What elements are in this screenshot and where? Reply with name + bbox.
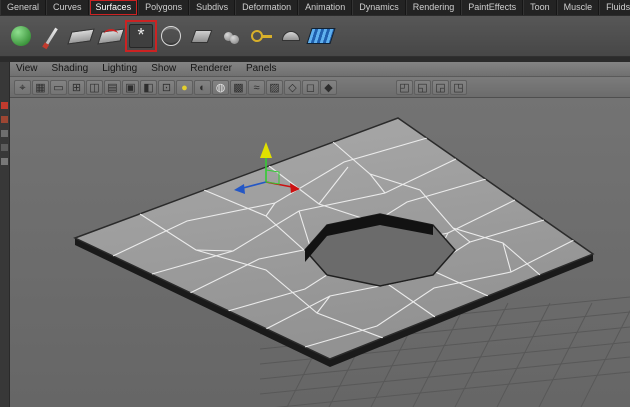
key-icon[interactable]: [248, 23, 274, 49]
plane-glyph: [67, 28, 95, 44]
panel-toolbar: ⌖ ▦ ▭ ⊞ ◫ ▤ ▣ ◧ ⊡ ● ◐ ◍ ▩ ≈ ▨ ◇ ◻ ◆ ◰ ◱: [10, 77, 630, 98]
select-tool-icon[interactable]: [1, 102, 8, 109]
pencil-curve-icon[interactable]: [38, 23, 64, 49]
shelf-tab-deformation[interactable]: Deformation: [235, 0, 299, 15]
shelf: *: [0, 15, 630, 57]
menu-renderer[interactable]: Renderer: [184, 63, 240, 75]
pencil-glyph: [41, 27, 58, 49]
shelf-tab-general[interactable]: General: [0, 0, 47, 15]
shelf-tab-dynamics[interactable]: Dynamics: [352, 0, 406, 15]
safe-title-icon[interactable]: ◧: [140, 79, 157, 95]
select-camera-icon[interactable]: ⌖: [14, 79, 31, 95]
shelf-tab-toon[interactable]: Toon: [523, 0, 557, 15]
shelf-tab-fluids[interactable]: Fluids: [599, 0, 630, 15]
menu-lighting[interactable]: Lighting: [96, 63, 145, 75]
shelf-tab-polygons[interactable]: Polygons: [138, 0, 190, 15]
menu-view[interactable]: View: [10, 63, 46, 75]
field-chart-icon[interactable]: ▤: [104, 79, 121, 95]
key-bar-glyph: [261, 34, 272, 38]
motion-blur-icon[interactable]: ≈: [248, 79, 265, 95]
safe-action-icon[interactable]: ▣: [122, 79, 139, 95]
perspective-panel: View Shading Lighting Show Renderer Pane…: [10, 62, 630, 407]
lasso-tool-icon[interactable]: [1, 116, 8, 123]
rotate-tool-icon[interactable]: [1, 158, 8, 165]
shelf-tab-bar: General Curves Surfaces Polygons Subdivs…: [0, 0, 630, 15]
create-polygon-icon[interactable]: *: [125, 20, 157, 52]
sphere-glyph: [11, 26, 31, 46]
lighting-icon[interactable]: ●: [176, 79, 193, 95]
cube-icon[interactable]: [188, 23, 214, 49]
wireframe-on-shaded-icon[interactable]: ◇: [284, 79, 301, 95]
pencil-tip: [41, 41, 49, 49]
ball-glyph: [229, 34, 239, 44]
shelf-tab-surfaces[interactable]: Surfaces: [88, 0, 139, 15]
plane-curve-icon[interactable]: [97, 23, 125, 49]
shelf-tab-animation[interactable]: Animation: [298, 0, 353, 15]
paint-select-tool-icon[interactable]: [1, 130, 8, 137]
toolbox-strip: [0, 62, 10, 407]
shelf-tab-rendering[interactable]: Rendering: [405, 0, 462, 15]
resolution-gate-icon[interactable]: ⊞: [68, 79, 85, 95]
star-glyph: *: [129, 24, 153, 48]
viewport[interactable]: [10, 98, 630, 407]
menu-show[interactable]: Show: [145, 63, 184, 75]
gate-mask-icon[interactable]: ◫: [86, 79, 103, 95]
main-area: View Shading Lighting Show Renderer Pane…: [0, 57, 630, 407]
layout-quad-icon[interactable]: ◳: [450, 79, 467, 95]
default-material-icon[interactable]: ◰: [396, 79, 413, 95]
loft-icon[interactable]: [306, 23, 336, 49]
menu-panels[interactable]: Panels: [240, 63, 285, 75]
cube-glyph: [190, 29, 212, 43]
mesh-hole: [304, 213, 456, 287]
move-tool-icon[interactable]: [1, 144, 8, 151]
menu-shading[interactable]: Shading: [46, 63, 97, 75]
shelf-tab-subdivs[interactable]: Subdivs: [189, 0, 236, 15]
plane-icon[interactable]: [67, 23, 95, 49]
textured-view-icon[interactable]: ◱: [414, 79, 431, 95]
layout-single-icon[interactable]: ◲: [432, 79, 449, 95]
xray-icon[interactable]: ▨: [266, 79, 283, 95]
maya-window: General Curves Surfaces Polygons Subdivs…: [0, 0, 630, 407]
wire-sphere-icon[interactable]: [158, 23, 184, 49]
textures-icon[interactable]: ◍: [212, 79, 229, 95]
isolate-select-icon[interactable]: ◻: [302, 79, 319, 95]
viewport-canvas[interactable]: [10, 98, 630, 407]
panel-menubar: View Shading Lighting Show Renderer Pane…: [10, 62, 630, 77]
shelf-tab-curves[interactable]: Curves: [46, 0, 89, 15]
shelf-tab-painteffects[interactable]: PaintEffects: [461, 0, 524, 15]
camera-settings-icon[interactable]: ◆: [320, 79, 337, 95]
grid-icon[interactable]: ▦: [32, 79, 49, 95]
nurbs-sphere-icon[interactable]: [8, 23, 34, 49]
dome-glyph: [282, 31, 300, 41]
two-spheres-icon[interactable]: [218, 23, 244, 49]
frame-all-icon[interactable]: ⊡: [158, 79, 175, 95]
film-gate-icon[interactable]: ▭: [50, 79, 67, 95]
shelf-tab-muscle[interactable]: Muscle: [556, 0, 600, 15]
loft-glyph: [306, 28, 336, 44]
wire-sphere-glyph: [161, 26, 181, 46]
curve-glyph: [104, 29, 118, 39]
occlusion-icon[interactable]: ▩: [230, 79, 247, 95]
shadows-icon[interactable]: ◐: [194, 79, 211, 95]
half-sphere-icon[interactable]: [278, 23, 304, 49]
